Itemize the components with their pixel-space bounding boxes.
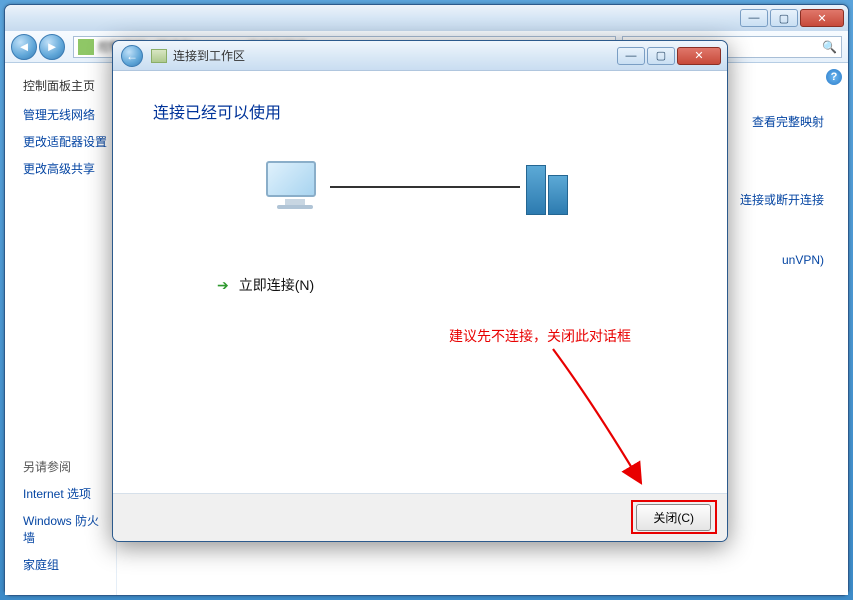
dialog-title: 连接到工作区	[173, 47, 245, 64]
dialog-close-x-button[interactable]: ✕	[677, 47, 721, 65]
dialog-heading: 连接已经可以使用	[153, 99, 687, 123]
annotation-text: 建议先不连接，关闭此对话框	[449, 326, 631, 346]
sidebar-item[interactable]: Windows 防火墙	[23, 512, 108, 546]
annotation-arrow-icon	[533, 343, 673, 503]
panel-subheading: 另请参阅	[23, 458, 108, 475]
outer-titlebar: — ▢ ✕	[5, 5, 848, 31]
connect-now-option[interactable]: ➔ 立即连接(N)	[217, 275, 687, 295]
dialog-footer: 关闭(C)	[113, 493, 727, 541]
right-link[interactable]: 查看完整映射	[752, 113, 824, 130]
sidebar-item[interactable]: 管理无线网络	[23, 106, 108, 123]
connect-now-label: 立即连接(N)	[239, 275, 314, 295]
address-icon	[78, 39, 94, 55]
nav-forward-button[interactable]: ►	[39, 34, 65, 60]
right-link[interactable]: 连接或断开连接	[740, 191, 824, 208]
sidebar-item[interactable]: Internet 选项	[23, 485, 108, 502]
sidebar-item[interactable]: 家庭组	[23, 556, 108, 573]
search-icon: 🔍	[822, 40, 837, 54]
connection-illustration	[153, 159, 687, 215]
connection-line-icon	[330, 186, 520, 188]
server-icon	[526, 159, 574, 215]
dialog-body: 连接已经可以使用 ➔ 立即连接(N) 建议先不连接，关闭此对话框	[113, 71, 727, 493]
close-button[interactable]: 关闭(C)	[636, 504, 711, 531]
minimize-button[interactable]: —	[740, 9, 768, 27]
computer-icon	[266, 161, 324, 213]
maximize-button[interactable]: ▢	[770, 9, 798, 27]
dialog-minimize-button[interactable]: —	[617, 47, 645, 65]
dialog-icon	[151, 49, 167, 63]
sidebar-item[interactable]: 更改高级共享	[23, 160, 108, 177]
connect-workplace-dialog: ← 连接到工作区 — ▢ ✕ 连接已经可以使用 ➔ 立即连接(N) 建议先不连接…	[112, 40, 728, 542]
panel-heading: 控制面板主页	[23, 77, 108, 94]
arrow-right-icon: ➔	[217, 277, 229, 294]
outer-close-button[interactable]: ✕	[800, 9, 844, 27]
help-icon[interactable]: ?	[826, 69, 842, 85]
right-link[interactable]: unVPN)	[782, 253, 824, 267]
left-panel: 控制面板主页 管理无线网络 更改适配器设置 更改高级共享 另请参阅 Intern…	[5, 63, 117, 595]
dialog-maximize-button[interactable]: ▢	[647, 47, 675, 65]
dialog-titlebar: ← 连接到工作区 — ▢ ✕	[113, 41, 727, 71]
dialog-back-button[interactable]: ←	[121, 45, 143, 67]
nav-back-button[interactable]: ◄	[11, 34, 37, 60]
sidebar-item[interactable]: 更改适配器设置	[23, 133, 108, 150]
